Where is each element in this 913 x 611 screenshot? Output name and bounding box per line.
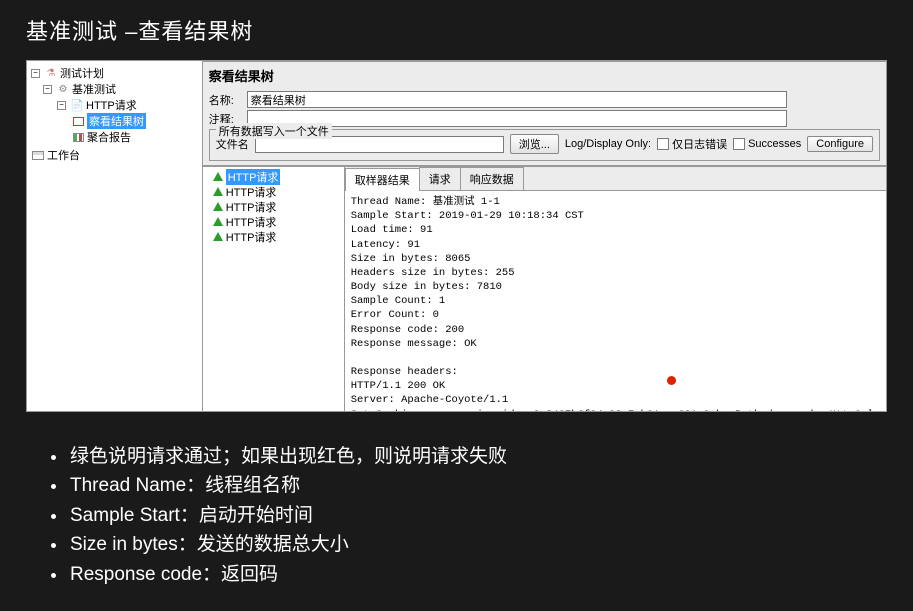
tab-response[interactable]: 响应数据 [460,167,524,190]
tree-node-aggregate[interactable]: 聚合报告 [29,129,200,145]
bullet: Sample Start：启动开始时间 [68,501,887,530]
success-icon [213,187,223,196]
red-dot-annotation [667,376,676,385]
successes-checkbox[interactable]: Successes [733,138,801,150]
result-item[interactable]: HTTP请求 [205,184,342,199]
flask-icon: ⚗ [44,67,58,79]
success-icon [213,202,223,211]
slide-title: 基准测试 –查看结果树 [26,14,887,46]
success-icon [213,232,223,241]
detail-tabs: 取样器结果 请求 响应数据 [345,167,886,191]
errors-only-checkbox[interactable]: 仅日志错误 [657,136,727,152]
name-input[interactable] [247,91,787,108]
report-icon [71,131,85,143]
explanation-list: 绿色说明请求通过；如果出现红色，则说明请求失败 Thread Name：线程组名… [26,442,887,589]
expander-icon[interactable]: − [57,101,66,110]
bullet: Size in bytes：发送的数据总大小 [68,530,887,559]
results-list[interactable]: HTTP请求 HTTP请求 HTTP请求 HTTP请求 HTTP请求 [203,167,345,411]
result-item[interactable]: HTTP请求 [205,169,342,184]
file-fieldset: 所有数据写入一个文件 文件名 浏览... Log/Display Only: 仅… [209,129,880,161]
success-icon [213,217,223,226]
bullet: Response code：返回码 [68,560,887,589]
result-item[interactable]: HTTP请求 [205,229,342,244]
tree-node-http[interactable]: − 📄 HTTP请求 [29,97,200,113]
logonly-label: Log/Display Only: [565,138,651,150]
result-item[interactable]: HTTP请求 [205,199,342,214]
success-icon [213,172,223,181]
panel-title: 察看结果树 [209,64,880,89]
tree-node-group[interactable]: − ⚙ 基准测试 [29,81,200,97]
tree-node-resultstree[interactable]: 察看结果树 [29,113,200,129]
sampler-result-text[interactable]: Thread Name: 基准测试 1-1 Sample Start: 2019… [345,191,886,411]
workbench-icon [31,149,45,161]
tree-root[interactable]: − ⚗ 测试计划 [29,65,200,81]
result-item[interactable]: HTTP请求 [205,214,342,229]
bullet: 绿色说明请求通过；如果出现红色，则说明请求失败 [68,442,887,471]
tree-workbench[interactable]: 工作台 [29,147,200,163]
expander-icon[interactable]: − [31,69,40,78]
browse-button[interactable]: 浏览... [510,134,559,154]
jmeter-screenshot: − ⚗ 测试计划 − ⚙ 基准测试 − 📄 HTTP请求 察看结果树 聚合报告 [26,60,887,412]
panel-config: 察看结果树 名称: 注释: 所有数据写入一个文件 文件名 浏览... Log/D… [203,62,886,166]
sampler-icon: 📄 [70,99,84,111]
tab-sampler-result[interactable]: 取样器结果 [345,168,420,191]
gear-icon: ⚙ [56,83,70,95]
tab-request[interactable]: 请求 [419,167,461,190]
fieldset-legend: 所有数据写入一个文件 [216,123,332,139]
plan-tree[interactable]: − ⚗ 测试计划 − ⚙ 基准测试 − 📄 HTTP请求 察看结果树 聚合报告 [27,61,203,411]
listener-icon [71,115,85,127]
listener-panel: 察看结果树 名称: 注释: 所有数据写入一个文件 文件名 浏览... Log/D… [203,61,886,411]
detail-pane: 取样器结果 请求 响应数据 Thread Name: 基准测试 1-1 Samp… [345,167,886,411]
name-label: 名称: [209,92,243,108]
bullet: Thread Name：线程组名称 [68,471,887,500]
expander-icon[interactable]: − [43,85,52,94]
configure-button[interactable]: Configure [807,136,873,152]
